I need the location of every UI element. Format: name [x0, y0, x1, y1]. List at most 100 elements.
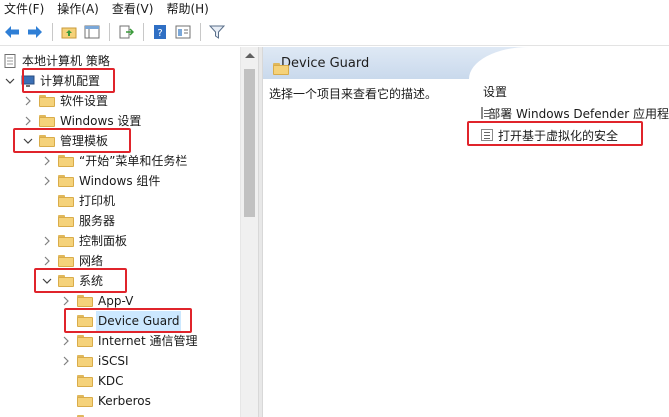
folder-icon — [58, 195, 74, 207]
tree-scrollbar[interactable] — [240, 47, 258, 417]
tree-node-system[interactable]: 系统 — [41, 271, 103, 291]
folder-icon — [39, 95, 55, 107]
folder-icon — [77, 355, 93, 367]
folder-icon — [77, 395, 93, 407]
folder-icon — [39, 135, 55, 147]
toolbar: ? — [0, 19, 669, 46]
tree-node-control-panel[interactable]: 控制面板 — [41, 231, 127, 251]
tree-node-network[interactable]: 网络 — [41, 251, 103, 271]
tree-label-computer-config: 计算机配置 — [40, 74, 101, 88]
policy-setting-icon — [481, 107, 491, 119]
tree-label-windows-components: Windows 组件 — [79, 174, 161, 188]
tree-node-software-settings[interactable]: 软件设置 — [22, 91, 108, 111]
chevron-right-icon[interactable] — [41, 235, 53, 247]
tree-node-root[interactable]: 本地计算机 策略 — [4, 51, 110, 71]
toolbar-separator — [109, 23, 110, 41]
tree-label-iscsi: iSCSI — [98, 354, 129, 368]
tree-node-device-guard[interactable]: Device Guard — [77, 311, 182, 331]
tree-label-start-menu: “开始”菜单和任务栏 — [79, 154, 188, 168]
details-title: Device Guard — [281, 55, 370, 71]
folder-icon — [77, 335, 93, 347]
description-text: 选择一个项目来查看它的描述。 — [269, 87, 438, 101]
header-curve — [469, 47, 669, 79]
tree-node-windows-components[interactable]: Windows 组件 — [41, 171, 160, 191]
show-hide-tree-icon[interactable] — [82, 22, 102, 42]
tree-node-server[interactable]: 服务器 — [58, 211, 115, 231]
chevron-right-icon[interactable] — [41, 155, 53, 167]
back-arrow-icon[interactable] — [2, 22, 22, 42]
menu-help[interactable]: 帮助(H) — [166, 0, 208, 19]
folder-icon — [77, 295, 93, 307]
tree-node-iscsi[interactable]: iSCSI — [60, 351, 129, 371]
properties-icon[interactable] — [173, 22, 193, 42]
tree-node-kdc[interactable]: KDC — [77, 371, 124, 391]
folder-icon — [58, 255, 74, 267]
chevron-down-icon[interactable] — [4, 75, 16, 87]
tree-node-printers[interactable]: 打印机 — [58, 191, 115, 211]
tree-label-control-panel: 控制面板 — [79, 234, 128, 248]
tree-node-admin-templates[interactable]: 管理模板 — [22, 131, 108, 151]
up-folder-icon[interactable] — [59, 22, 79, 42]
svg-text:?: ? — [157, 28, 162, 39]
scrollbar-thumb[interactable] — [244, 69, 255, 217]
tree-label-kdc: KDC — [98, 374, 124, 388]
tree-label-system: 系统 — [79, 274, 104, 288]
scroll-up-icon[interactable] — [245, 53, 255, 58]
chevron-down-icon[interactable] — [22, 135, 34, 147]
tree-label-root: 本地计算机 策略 — [22, 54, 110, 68]
chevron-right-icon[interactable] — [60, 355, 72, 367]
filter-icon[interactable] — [207, 22, 227, 42]
menu-file[interactable]: 文件(F) — [4, 0, 44, 19]
folder-icon — [58, 155, 74, 167]
setting-item-vbs[interactable]: 打开基于虚拟化的安全 — [481, 124, 669, 146]
menu-bar: 文件(F) 操作(A) 查看(V) 帮助(H) — [0, 0, 669, 19]
folder-icon — [39, 115, 55, 127]
folder-icon — [77, 315, 93, 327]
tree-node-start-menu[interactable]: “开始”菜单和任务栏 — [41, 151, 187, 171]
tree-node-computer-config[interactable]: 计算机配置 — [4, 71, 100, 91]
tree-label-kerberos: Kerberos — [98, 394, 151, 408]
details-header: Device Guard — [263, 47, 669, 79]
chevron-right-icon[interactable] — [22, 95, 34, 107]
setting-item-defender-app[interactable]: 部署 Windows Defender 应用程 — [481, 102, 669, 124]
tree-node-kerberos[interactable]: Kerberos — [77, 391, 151, 411]
export-list-icon[interactable] — [116, 22, 136, 42]
tree-label-windows-settings: Windows 设置 — [60, 114, 142, 128]
chevron-right-icon[interactable] — [60, 295, 72, 307]
chevron-right-icon[interactable] — [22, 115, 34, 127]
folder-icon — [77, 375, 93, 387]
tree-pane: 本地计算机 策略 计算机配置 软件设置 Windows 设置 管理模板 “开始”… — [0, 47, 258, 417]
tree-node-partial[interactable] — [77, 411, 98, 417]
menu-action[interactable]: 操作(A) — [57, 0, 99, 19]
tree-label-server: 服务器 — [79, 214, 116, 228]
tree-node-app-v[interactable]: App-V — [60, 291, 133, 311]
tree-label-app-v: App-V — [98, 294, 134, 308]
folder-icon — [58, 175, 74, 187]
chevron-right-icon[interactable] — [41, 255, 53, 267]
folder-icon — [58, 235, 74, 247]
tree-label-printers: 打印机 — [79, 194, 116, 208]
folder-icon — [58, 215, 74, 227]
settings-list: 设置 部署 Windows Defender 应用程 打开基于虚拟化的安全 — [481, 82, 669, 146]
help-icon[interactable]: ? — [150, 22, 170, 42]
tree-node-windows-settings[interactable]: Windows 设置 — [22, 111, 141, 131]
toolbar-separator — [52, 23, 53, 41]
settings-column-header[interactable]: 设置 — [481, 82, 669, 102]
chevron-right-icon[interactable] — [41, 175, 53, 187]
policy-document-icon — [4, 54, 17, 68]
setting-label: 部署 Windows Defender 应用程 — [488, 106, 669, 121]
toolbar-separator — [200, 23, 201, 41]
tree-label-device-guard: Device Guard — [96, 311, 182, 331]
details-pane: Device Guard 选择一个项目来查看它的描述。 设置 部署 Window… — [263, 47, 669, 417]
menu-view[interactable]: 查看(V) — [112, 0, 154, 19]
policy-setting-icon — [481, 129, 493, 141]
tree-label-internet-comm: Internet 通信管理 — [98, 334, 198, 348]
toolbar-separator — [143, 23, 144, 41]
tree-node-internet-comm[interactable]: Internet 通信管理 — [60, 331, 197, 351]
chevron-down-icon[interactable] — [41, 275, 53, 287]
chevron-right-icon[interactable] — [60, 335, 72, 347]
setting-label: 打开基于虚拟化的安全 — [498, 128, 619, 143]
tree-label-network: 网络 — [79, 254, 104, 268]
tree-label-admin-templates: 管理模板 — [60, 134, 109, 148]
forward-arrow-icon[interactable] — [25, 22, 45, 42]
